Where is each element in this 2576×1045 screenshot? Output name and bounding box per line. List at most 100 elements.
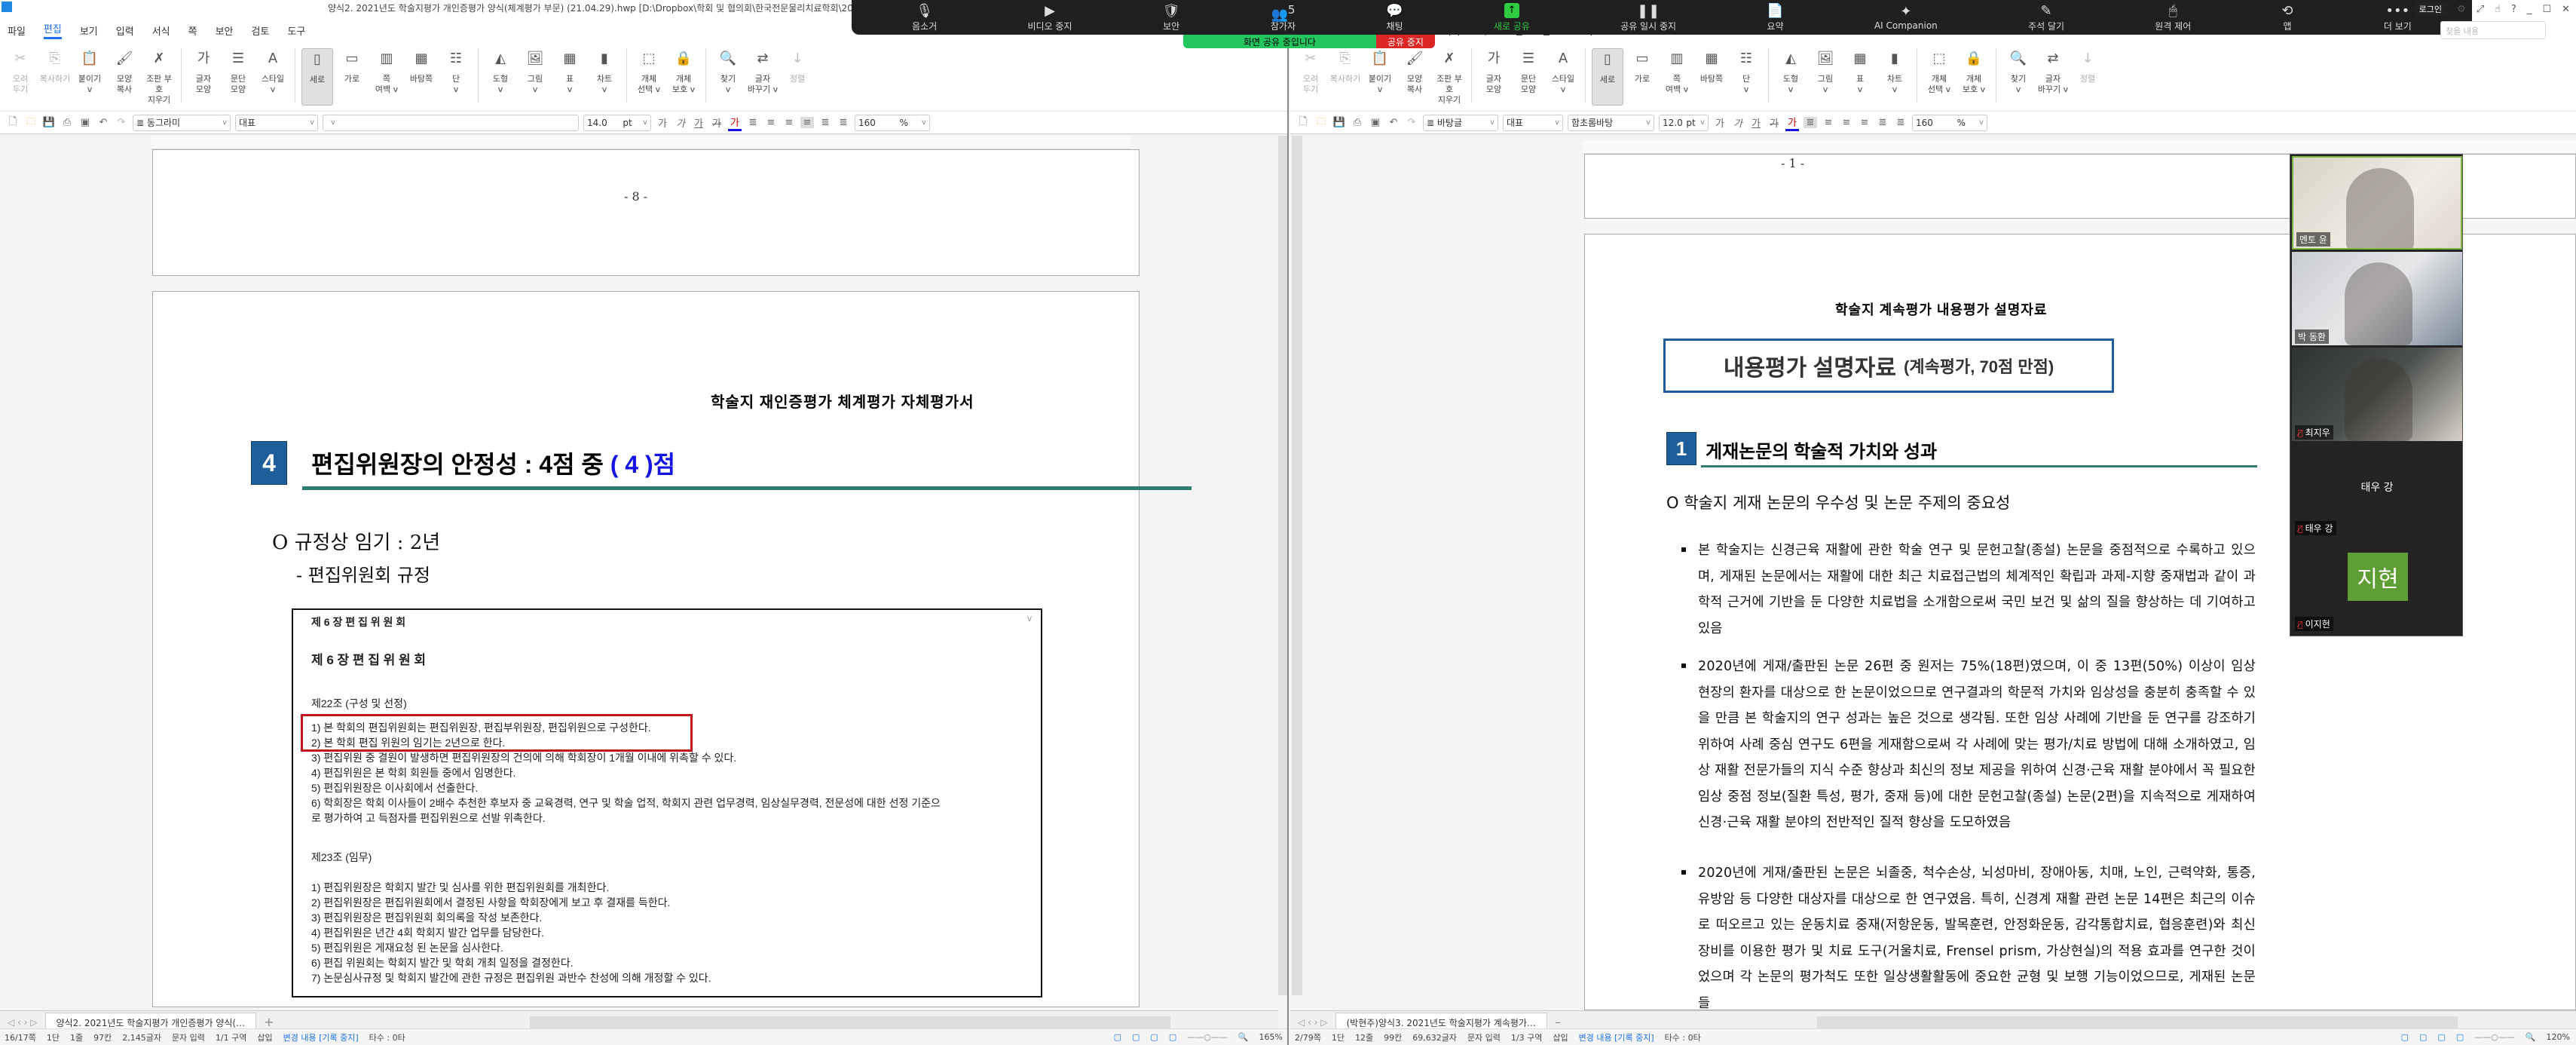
add-tab-icon[interactable]: –: [1555, 1015, 1561, 1029]
help-icon[interactable]: ?: [2511, 4, 2516, 15]
font-color-icon[interactable]: 가: [1785, 115, 1799, 131]
ribbon-button-style[interactable]: A 스타일 v: [257, 48, 289, 95]
preview-icon[interactable]: ▣: [1369, 117, 1382, 128]
font-size-input[interactable]: 12.0 pt: [1659, 114, 1709, 131]
distribute-icon[interactable]: ≣: [1876, 117, 1889, 128]
font-size-input[interactable]: 14.0 pt: [583, 114, 651, 131]
single-page-icon[interactable]: ▢: [2456, 1032, 2464, 1042]
ribbon-button-table[interactable]: ▦ 표 v: [1844, 48, 1876, 95]
font-select[interactable]: 함초롬바탕: [1568, 114, 1654, 131]
horizontal-scrollbar[interactable]: [530, 1016, 1171, 1028]
language-select[interactable]: 대표: [235, 114, 318, 131]
ribbon-button-format-painter[interactable]: 🖌 모양 복사: [1399, 48, 1430, 95]
menu-item[interactable]: 쪽: [188, 23, 197, 38]
login-button[interactable]: 로그인: [2414, 2, 2447, 16]
ribbon-button-protect-object[interactable]: 🔒 개체 보호 v: [1958, 48, 1990, 95]
zoom-mouse-button[interactable]: 🖱 원격 제어: [2155, 3, 2191, 32]
ribbon-button-shape[interactable]: ◭ 도형 v: [1775, 48, 1807, 95]
underline-icon[interactable]: 가: [1749, 115, 1763, 130]
menu-item[interactable]: 도구: [287, 23, 305, 38]
redo-icon[interactable]: ↷: [115, 117, 128, 128]
ribbon-button-sort[interactable]: ↓ 정렬: [782, 48, 813, 84]
ribbon-button-portrait[interactable]: ▯ 세로: [301, 48, 333, 106]
ribbon-button-style[interactable]: A 스타일 v: [1547, 48, 1579, 95]
redo-icon[interactable]: ↷: [1405, 117, 1418, 128]
touch-hand-icon[interactable]: ☝: [2495, 4, 2501, 15]
style-select[interactable]: ≣ 바탕글: [1423, 114, 1498, 131]
open-folder-icon[interactable]: 🗀: [1314, 115, 1328, 131]
zoom-apps-button[interactable]: ⟲ 앱: [2282, 3, 2293, 32]
zoom-pause-button[interactable]: ❚❚ 공유 일시 중지: [1620, 3, 1676, 32]
distribute-icon[interactable]: ≣: [818, 117, 832, 128]
vertical-scrollbar[interactable]: [1292, 136, 1302, 995]
ribbon-button-master-page[interactable]: ▦ 바탕쪽: [405, 48, 437, 84]
maximize-icon[interactable]: ☐: [2542, 4, 2551, 15]
save-icon[interactable]: 💾: [42, 117, 56, 128]
ribbon-button-sort[interactable]: ↓ 정렬: [2072, 48, 2103, 84]
line-spacing-input[interactable]: 160 %: [855, 114, 930, 131]
zoom-microphone-button[interactable]: 🎙 음소거: [912, 3, 937, 32]
ribbon-button-picture[interactable]: 🖼 그림 v: [519, 48, 551, 95]
ribbon-button-find[interactable]: 🔍 찾기 v: [2002, 48, 2034, 95]
ribbon-button-copy[interactable]: ⎘ 복사하기: [1329, 48, 1361, 84]
align-justify-icon[interactable]: ≣: [746, 117, 760, 128]
new-doc-icon[interactable]: 🗋: [1296, 115, 1310, 131]
zoom-more-button[interactable]: ••• 더 보기: [2384, 3, 2412, 32]
zoom-share-screen-button[interactable]: ↑ 새로 공유: [1494, 2, 1530, 32]
bold-icon[interactable]: 가: [1713, 115, 1727, 130]
fit-width-icon[interactable]: ▢: [2419, 1032, 2427, 1042]
divide-icon[interactable]: ≣: [1894, 117, 1908, 128]
line-spacing-input[interactable]: 160 %: [1912, 114, 1987, 131]
undo-icon[interactable]: ↶: [1387, 117, 1400, 128]
minimize-icon[interactable]: _: [2527, 4, 2532, 15]
zoom-level[interactable]: 165%: [1259, 1032, 1283, 1042]
page-view-icon[interactable]: ▢: [2401, 1032, 2409, 1042]
single-page-icon[interactable]: ▢: [1169, 1032, 1176, 1042]
zoom-icon[interactable]: 🔍: [2526, 1032, 2536, 1042]
zoom-slider[interactable]: ——○——: [2474, 1032, 2515, 1042]
ribbon-button-char-shape[interactable]: 가 글자 모양: [1478, 48, 1510, 95]
ribbon-button-chart[interactable]: ▮ 차트 v: [589, 48, 620, 95]
close-icon[interactable]: ✕: [2562, 4, 2570, 15]
italic-icon[interactable]: 가: [1731, 115, 1745, 130]
underline-icon[interactable]: 가: [692, 115, 705, 130]
ribbon-button-columns[interactable]: ☷ 단 v: [440, 48, 472, 95]
align-center-icon[interactable]: ≡: [782, 117, 796, 128]
ribbon-button-protect-object[interactable]: 🔒 개체 보호 v: [668, 48, 699, 95]
fit-page-icon[interactable]: ▢: [1150, 1032, 1158, 1042]
vertical-scrollbar[interactable]: [1278, 136, 1287, 995]
horizontal-ruler[interactable]: [151, 136, 1130, 149]
zoom-level[interactable]: 120%: [2547, 1032, 2570, 1042]
ribbon-button-margin[interactable]: ▥ 쪽 여백 v: [371, 48, 402, 95]
ribbon-button-scissors[interactable]: ✂ 오려 두기: [1295, 48, 1326, 95]
fit-page-icon[interactable]: ▢: [2437, 1032, 2445, 1042]
bold-icon[interactable]: 가: [656, 115, 669, 130]
ribbon-button-picture[interactable]: 🖼 그림 v: [1810, 48, 1841, 95]
align-right-icon[interactable]: ≡: [800, 117, 814, 128]
ribbon-button-clear-marks[interactable]: ✗ 조판 부호 지우기: [1433, 48, 1465, 106]
zoom-icon[interactable]: 🔍: [1238, 1032, 1249, 1042]
zoom-slider[interactable]: ——○——: [1187, 1032, 1228, 1042]
print-icon[interactable]: ⎙: [1351, 117, 1364, 128]
ribbon-button-chart[interactable]: ▮ 차트 v: [1879, 48, 1911, 95]
ribbon-button-margin[interactable]: ▥ 쪽 여백 v: [1661, 48, 1693, 95]
ribbon-button-select-object[interactable]: ⬚ 개체 선택 v: [1923, 48, 1955, 95]
new-doc-icon[interactable]: 🗋: [6, 115, 20, 131]
fit-width-icon[interactable]: ▢: [1132, 1032, 1140, 1042]
style-select[interactable]: ≣ 동그라미: [133, 114, 231, 131]
ribbon-button-replace[interactable]: ⇄ 글자 바꾸기 v: [747, 48, 779, 95]
menu-item[interactable]: 서식: [152, 23, 170, 38]
strikethrough-icon[interactable]: 가: [710, 115, 724, 130]
ribbon-button-landscape[interactable]: ▭ 가로: [1626, 48, 1658, 84]
participant-tile[interactable]: 박 동환: [2292, 252, 2462, 345]
ribbon-button-clear-marks[interactable]: ✗ 조판 부호 지우기: [143, 48, 175, 106]
ribbon-button-paste[interactable]: 📋 붙이기 v: [1364, 48, 1396, 95]
align-justify-icon[interactable]: ≣: [1804, 117, 1817, 128]
menu-item[interactable]: 보안: [216, 23, 234, 38]
strikethrough-icon[interactable]: 가: [1767, 115, 1781, 130]
ribbon-button-char-shape[interactable]: 가 글자 모양: [188, 48, 219, 95]
font-color-icon[interactable]: 가: [728, 115, 742, 131]
participant-tile[interactable]: 멘토 윤: [2292, 156, 2462, 250]
ribbon-button-paste[interactable]: 📋 붙이기 v: [74, 48, 106, 95]
align-right-icon[interactable]: ≡: [1858, 117, 1871, 128]
